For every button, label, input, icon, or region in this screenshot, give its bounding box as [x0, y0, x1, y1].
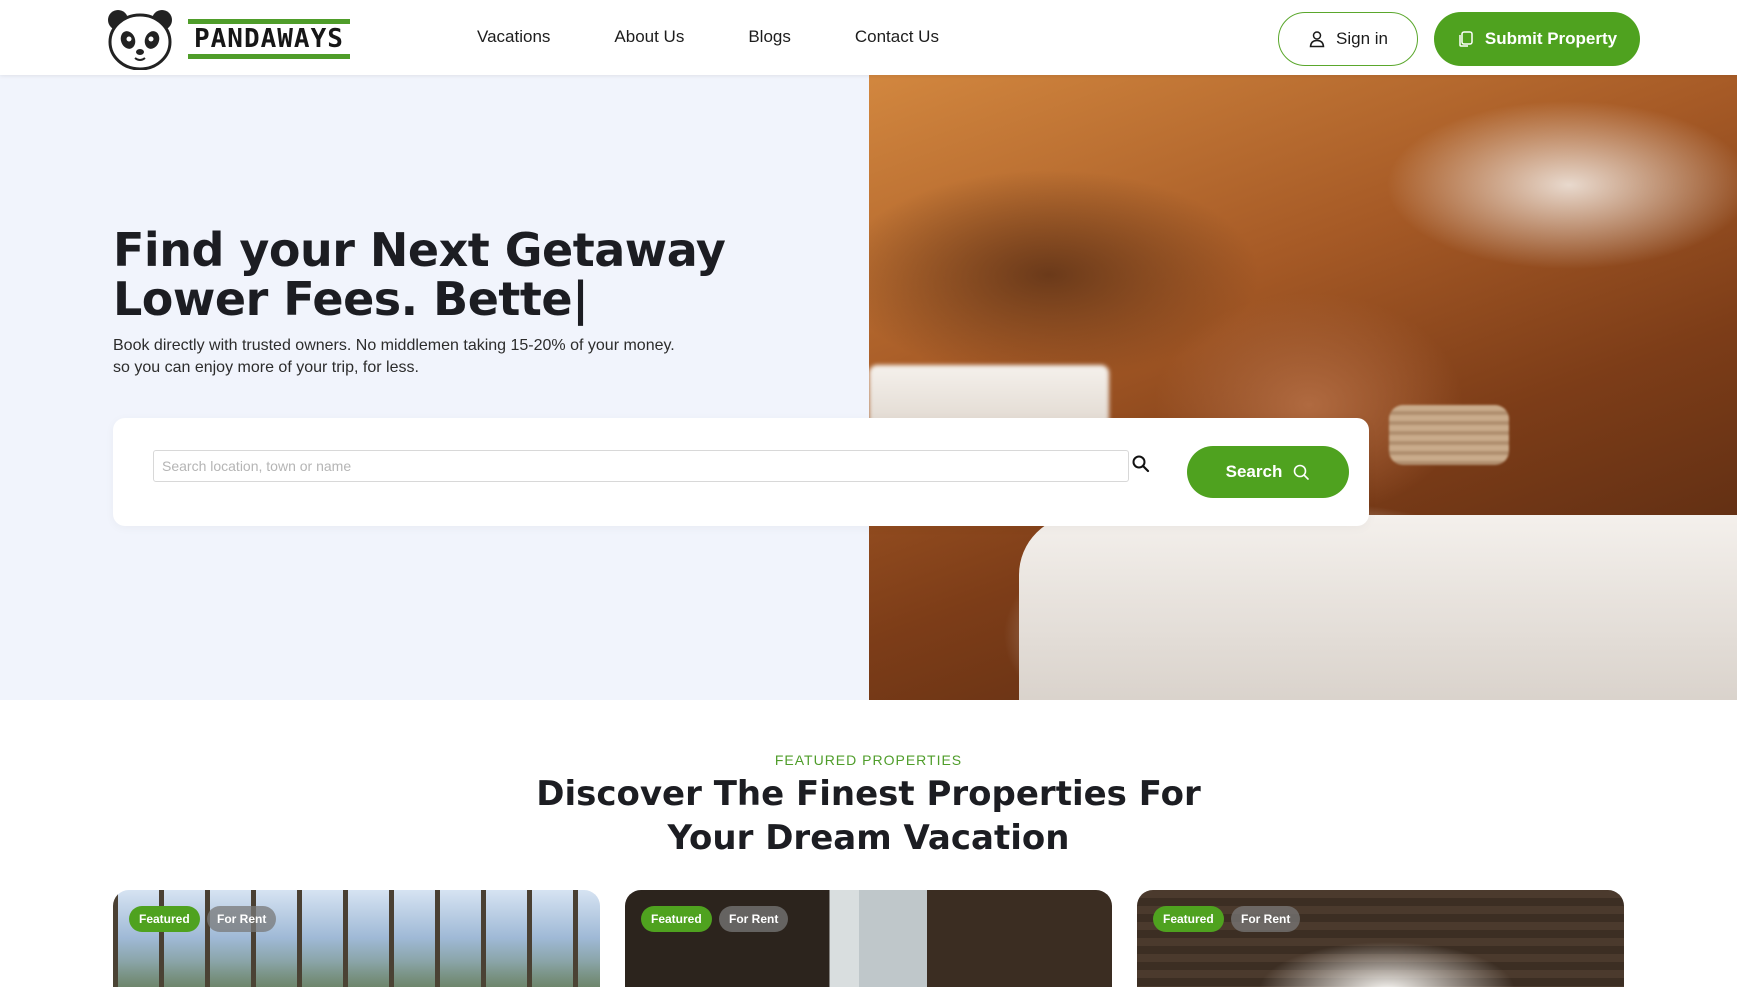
brand-name: PANDAWAYS	[188, 19, 350, 59]
sign-in-label: Sign in	[1336, 29, 1388, 48]
featured-eyebrow: FEATURED PROPERTIES	[774, 752, 963, 768]
featured-title: Discover The Finest Properties For Your …	[0, 772, 1737, 860]
document-copy-icon	[1459, 31, 1473, 47]
main-nav: Vacations About Us Blogs Contact Us	[477, 27, 1003, 47]
search-input[interactable]	[153, 450, 1129, 482]
property-card[interactable]: Featured For Rent	[1137, 890, 1624, 987]
featured-title-line-1: Discover The Finest Properties For	[536, 774, 1201, 814]
site-header: PANDAWAYS Vacations About Us Blogs Conta…	[0, 0, 1737, 75]
hero-title: Find your Next Getaway Lower Fees. Bette…	[113, 223, 726, 326]
for-rent-badge: For Rent	[1231, 906, 1301, 932]
nav-about-us[interactable]: About Us	[614, 27, 684, 47]
panda-logo-icon	[108, 10, 172, 70]
hero-image	[869, 75, 1737, 700]
for-rent-badge: For Rent	[207, 906, 277, 932]
featured-badge: Featured	[1153, 906, 1224, 932]
search-button-icon	[1294, 464, 1310, 480]
submit-property-button[interactable]: Submit Property	[1434, 12, 1640, 66]
nav-blogs[interactable]: Blogs	[748, 27, 791, 47]
hero-title-line-2: Lower Fees. Bette|	[113, 272, 589, 326]
submit-property-label: Submit Property	[1484, 29, 1618, 48]
hero-image-pillow	[1019, 515, 1737, 700]
logo[interactable]: PANDAWAYS	[104, 8, 350, 70]
search-button-label: Search	[1225, 462, 1283, 481]
property-card[interactable]: Featured For Rent	[113, 890, 600, 987]
user-icon	[1309, 31, 1325, 48]
sign-in-button[interactable]: Sign in	[1278, 12, 1418, 66]
featured-title-line-2: Your Dream Vacation	[667, 818, 1070, 858]
hero-subtitle: Book directly with trusted owners. No mi…	[113, 335, 713, 379]
search-button[interactable]: Search	[1187, 446, 1349, 498]
nav-contact-us[interactable]: Contact Us	[855, 27, 939, 47]
hero-section	[0, 75, 869, 700]
search-card: Search	[113, 418, 1369, 526]
hero-subtitle-line-2: so you can enjoy more of your trip, for …	[113, 359, 419, 376]
featured-badge: Featured	[641, 906, 712, 932]
property-card[interactable]: Featured For Rent	[625, 890, 1112, 987]
featured-badge: Featured	[129, 906, 200, 932]
search-icon[interactable]	[1131, 454, 1151, 474]
hero-subtitle-line-1: Book directly with trusted owners. No mi…	[113, 337, 675, 354]
for-rent-badge: For Rent	[719, 906, 789, 932]
hero-title-line-1: Find your Next Getaway	[113, 223, 726, 277]
hero-image-towel	[1389, 405, 1509, 465]
nav-vacations[interactable]: Vacations	[477, 27, 550, 47]
